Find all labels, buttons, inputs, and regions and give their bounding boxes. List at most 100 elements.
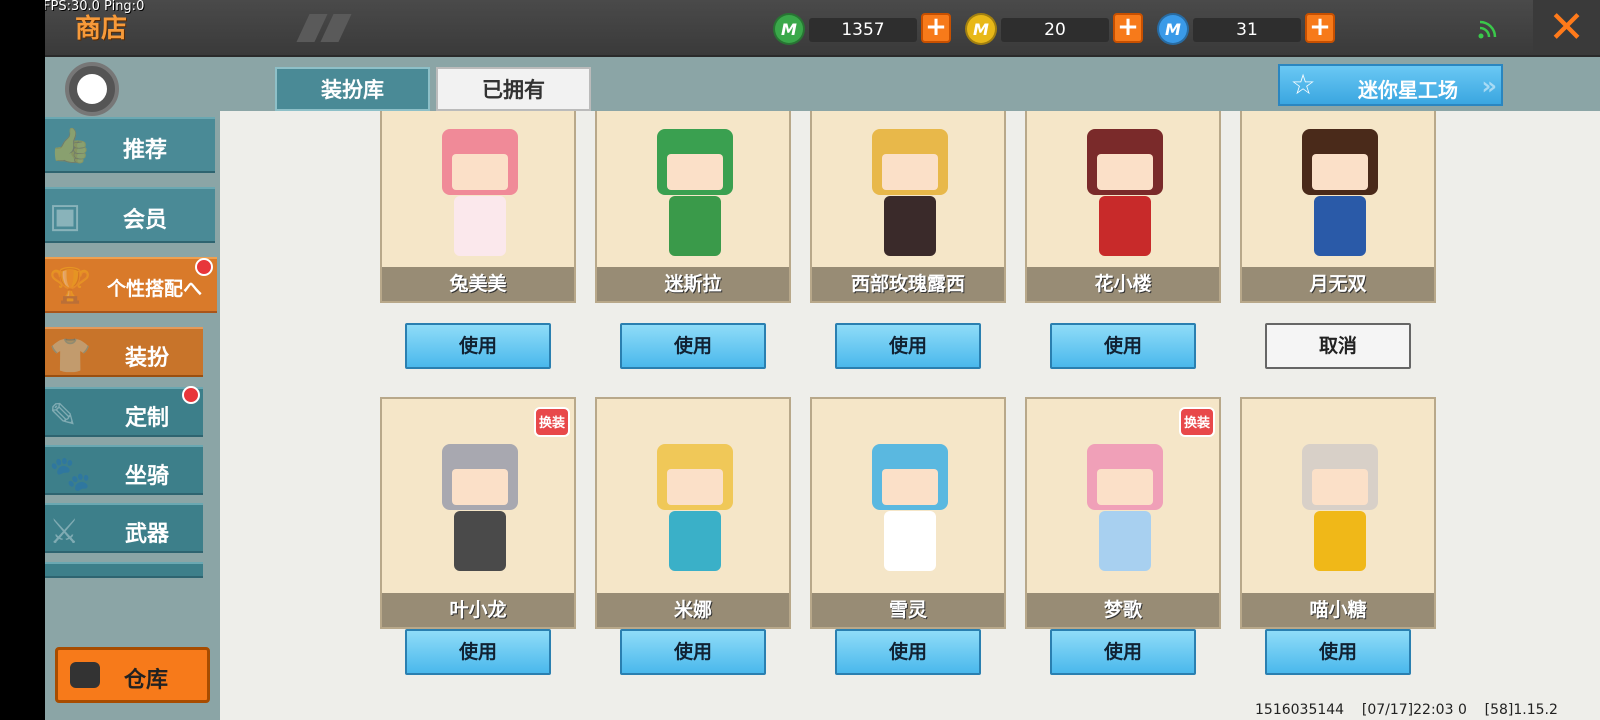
use-button[interactable]: 使用 xyxy=(620,323,766,369)
character-face xyxy=(667,469,723,505)
character-body xyxy=(884,511,936,571)
sidebar-item-partial[interactable] xyxy=(45,562,203,578)
chevron-right-icon: » xyxy=(1481,72,1497,100)
tab-owned[interactable]: 已拥有 xyxy=(436,67,591,111)
thumbs-up-icon: 👍 xyxy=(49,126,92,166)
character-figure xyxy=(1292,439,1388,579)
character-figure xyxy=(862,124,958,264)
star-icon: ☆ xyxy=(1290,68,1316,101)
costume-card[interactable]: 换装梦歌 xyxy=(1025,397,1221,629)
currency-amount: 31 xyxy=(1193,18,1301,42)
sidebar-item-personal-style[interactable]: 🏆 个性搭配へ xyxy=(45,257,217,313)
use-button[interactable]: 使用 xyxy=(1265,629,1411,675)
sidebar-item-costume[interactable]: 👕 装扮 xyxy=(45,327,203,377)
character-face xyxy=(452,469,508,505)
costume-card[interactable]: 花小楼 xyxy=(1025,111,1221,303)
costume-card[interactable]: 月无双 xyxy=(1240,111,1436,303)
version-info: 1516035144 [07/17]22:03 0 [58]1.15.2 xyxy=(1255,702,1558,718)
character-face xyxy=(1312,154,1368,190)
costume-name: 月无双 xyxy=(1242,267,1434,301)
character-figure xyxy=(1077,124,1173,264)
costume-name: 兔美美 xyxy=(382,267,574,301)
costume-card[interactable]: 喵小糖 xyxy=(1240,397,1436,629)
character-figure xyxy=(647,439,743,579)
character-figure xyxy=(1077,439,1173,579)
character-body xyxy=(454,511,506,571)
sidebar-item-label: 武器 xyxy=(125,522,170,547)
costume-card[interactable]: 迷斯拉 xyxy=(595,111,791,303)
character-figure xyxy=(647,124,743,264)
use-button[interactable]: 使用 xyxy=(835,629,981,675)
sidebar-item-label: 装扮 xyxy=(125,346,170,371)
sidebar-item-label: 个性搭配へ xyxy=(107,278,203,300)
costume-name: 梦歌 xyxy=(1027,593,1219,627)
warehouse-label: 仓库 xyxy=(124,668,169,693)
character-body xyxy=(1099,511,1151,571)
sidebar-item-recommended[interactable]: 👍 推荐 xyxy=(45,117,215,173)
sidebar-item-mount[interactable]: 🐾 坐骑 xyxy=(45,445,203,495)
trophy-icon: 🏆 xyxy=(49,266,92,306)
use-button[interactable]: 使用 xyxy=(405,629,551,675)
shirt-icon: 👕 xyxy=(49,336,92,376)
character-face xyxy=(1097,469,1153,505)
character-face xyxy=(667,154,723,190)
character-figure xyxy=(862,439,958,579)
sidebar-item-label: 坐骑 xyxy=(125,464,170,489)
mount-icon: 🐾 xyxy=(49,454,92,494)
add-blue-currency-button[interactable]: + xyxy=(1305,13,1335,43)
gun-icon: ⚔ xyxy=(49,512,80,552)
top-bar: FPS:30.0 Ping:0 商店 M 1357 + M 20 + M 31 … xyxy=(45,0,1600,57)
sidebar: 👍 推荐 ▣ 会员 🏆 个性搭配へ 👕 装扮 ✎ 定制 🐾 坐骑 ⚔ 武器 仓库 xyxy=(45,57,220,720)
use-button[interactable]: 使用 xyxy=(405,323,551,369)
costume-card[interactable]: 雪灵 xyxy=(810,397,1006,629)
use-button[interactable]: 使用 xyxy=(1050,629,1196,675)
signal-icon xyxy=(1478,20,1497,39)
currency-amount: 1357 xyxy=(809,18,917,42)
cancel-button[interactable]: 取消 xyxy=(1265,323,1411,369)
character-figure xyxy=(432,439,528,579)
character-figure xyxy=(1292,124,1388,264)
gold-coin-icon: M xyxy=(965,13,997,45)
vip-card-icon: ▣ xyxy=(49,196,82,236)
use-button[interactable]: 使用 xyxy=(1050,323,1196,369)
character-face xyxy=(882,154,938,190)
sidebar-item-label: 推荐 xyxy=(123,138,168,163)
costume-card[interactable]: 换装叶小龙 xyxy=(380,397,576,629)
close-button[interactable]: ✕ xyxy=(1533,0,1600,55)
character-face xyxy=(452,154,508,190)
costume-card[interactable]: 兔美美 xyxy=(380,111,576,303)
use-button[interactable]: 使用 xyxy=(620,629,766,675)
add-green-currency-button[interactable]: + xyxy=(921,13,951,43)
character-face xyxy=(1312,469,1368,505)
costume-card[interactable]: 西部玫瑰露西 xyxy=(810,111,1006,303)
sidebar-item-custom[interactable]: ✎ 定制 xyxy=(45,387,203,437)
notification-dot xyxy=(182,386,200,404)
costume-name: 西部玫瑰露西 xyxy=(812,267,1004,301)
use-button[interactable]: 使用 xyxy=(835,323,981,369)
character-body xyxy=(454,196,506,256)
character-body xyxy=(1314,511,1366,571)
costume-name: 叶小龙 xyxy=(382,593,574,627)
mini-workshop-button[interactable]: ☆ 迷你星工场 » xyxy=(1278,64,1503,106)
sidebar-item-vip[interactable]: ▣ 会员 xyxy=(45,187,215,243)
add-gold-currency-button[interactable]: + xyxy=(1113,13,1143,43)
costume-name: 雪灵 xyxy=(812,593,1004,627)
costume-name: 花小楼 xyxy=(1027,267,1219,301)
sidebar-item-label: 定制 xyxy=(125,406,170,431)
workshop-label: 迷你星工场 xyxy=(1358,78,1458,102)
sidebar-item-weapon[interactable]: ⚔ 武器 xyxy=(45,503,203,553)
tab-bar: 装扮库 已拥有 ☆ 迷你星工场 » xyxy=(220,57,1600,111)
avatar-dot xyxy=(77,74,107,104)
avatar[interactable] xyxy=(65,62,119,116)
tab-costume-library[interactable]: 装扮库 xyxy=(275,67,430,111)
outfit-swap-badge: 换装 xyxy=(534,407,570,437)
shop-screen: FPS:30.0 Ping:0 商店 M 1357 + M 20 + M 31 … xyxy=(45,0,1600,720)
costume-name: 迷斯拉 xyxy=(597,267,789,301)
costume-name: 米娜 xyxy=(597,593,789,627)
character-body xyxy=(669,511,721,571)
outfit-swap-badge: 换装 xyxy=(1179,407,1215,437)
pencil-icon: ✎ xyxy=(49,396,78,436)
costume-card[interactable]: 米娜 xyxy=(595,397,791,629)
costume-grid: 兔美美 使用 迷斯拉 使用 西部玫瑰露西 使用 花小楼 使用 月无双 取消 换装 叶小龙 使用 米娜 使用雪… xyxy=(220,111,1600,720)
warehouse-button[interactable]: 仓库 xyxy=(55,647,210,703)
